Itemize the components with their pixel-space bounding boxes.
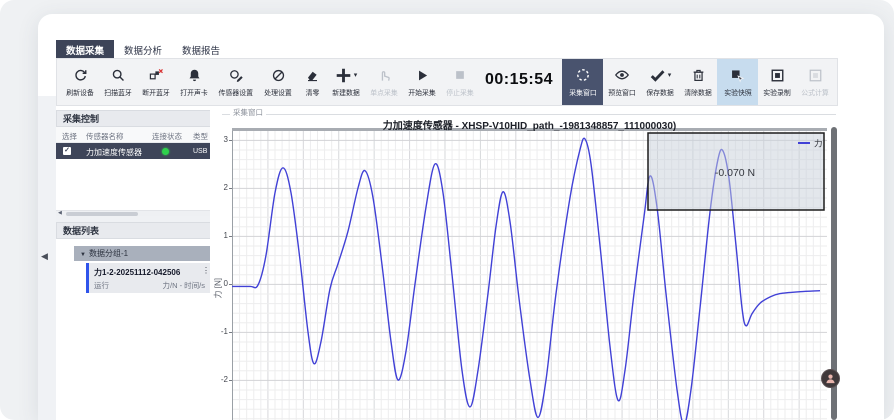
chart-plot-area[interactable]: -0.070 N 力 <box>232 131 827 420</box>
plus-icon <box>335 67 352 84</box>
data-list-header: 数据列表 <box>56 222 228 239</box>
chart-title: 力加速度传感器 - XHSP-V10HID_path_-1981348857_1… <box>232 117 827 132</box>
chart-groupbox-label: 采集窗口 <box>230 107 266 118</box>
bell-icon <box>187 68 202 83</box>
app-window: ◀ 数据采集 数据分析 数据报告 刷新设备扫描蓝牙断开蓝牙打开声卡传感器设置处理… <box>38 14 884 420</box>
y-tick-mark <box>229 284 232 285</box>
screenshot-page: ◀ 数据采集 数据分析 数据报告 刷新设备扫描蓝牙断开蓝牙打开声卡传感器设置处理… <box>0 0 894 420</box>
col-type: 类型 <box>193 131 208 142</box>
waveform-svg: -0.070 N 力 <box>232 131 827 420</box>
dashed-circle-icon <box>575 67 591 83</box>
chevron-down-icon: ▼ <box>80 252 86 258</box>
toolbar-collect-window-button[interactable]: 采集窗口 <box>562 59 603 105</box>
data-list-item[interactable]: 力1-2-20251112-042506 运行 力/N - 时间/s ⋮ <box>86 263 213 293</box>
collect-timer: 00:15:54 <box>485 71 553 89</box>
sensor-type: USB <box>193 148 207 155</box>
y-tick-label: 0 <box>212 279 228 288</box>
y-tick-label: -1 <box>212 327 228 336</box>
chart-panel: 采集窗口 力加速度传感器 - XHSP-V10HID_path_-1981348… <box>210 106 838 420</box>
toolbar-new-data-button[interactable]: ▾新建数据 <box>327 59 365 105</box>
toolbar-exp-record-button[interactable]: 实验录制 <box>758 59 796 105</box>
chevron-down-icon: ▾ <box>354 71 358 79</box>
person-icon <box>825 373 836 384</box>
toolbar-start-collect-button[interactable]: 开始采集 <box>403 59 441 105</box>
toolbar-refresh-device-button[interactable]: 刷新设备 <box>61 59 99 105</box>
sidebar-collapse-icon[interactable]: ◀ <box>41 251 48 262</box>
toolbar-open-soundcard-button[interactable]: 打开声卡 <box>175 59 213 105</box>
sensor-checkbox[interactable]: ✓ <box>63 147 71 155</box>
y-tick-label: 3 <box>212 135 228 144</box>
col-select: 选择 <box>62 131 77 142</box>
toolbar-stop-collect-button[interactable]: 停止采集 <box>441 59 479 105</box>
toolbar-sensor-settings-button[interactable]: 传感器设置 <box>213 59 259 105</box>
eye-icon <box>614 67 630 83</box>
legend-label: 力 <box>814 139 823 149</box>
item-menu-icon[interactable]: ⋮ <box>202 266 210 275</box>
sensor-icon <box>229 68 244 83</box>
sensor-name: 力加速度传感器 <box>86 147 142 158</box>
collect-control-header: 采集控制 <box>56 110 228 127</box>
toolbar-disconnect-bluetooth-button[interactable]: 断开蓝牙 <box>137 59 175 105</box>
y-tick-label: 2 <box>212 183 228 192</box>
y-tick-mark <box>229 140 232 141</box>
toolbar-clear-data-button[interactable]: 清除数据 <box>679 59 717 105</box>
eraser-icon <box>305 68 320 83</box>
col-conn-status: 连接状态 <box>152 131 182 142</box>
col-sensor-name: 传感器名称 <box>86 131 124 142</box>
assistant-avatar-button[interactable] <box>821 369 840 388</box>
toolbar-process-settings-button[interactable]: 处理设置 <box>259 59 297 105</box>
toolbar-exp-snapshot-button[interactable]: 实验快照 <box>717 59 758 105</box>
y-tick-mark <box>229 332 232 333</box>
check-icon <box>649 67 666 84</box>
tab-data-report[interactable]: 数据报告 <box>172 40 230 58</box>
play-icon <box>415 68 430 83</box>
compass-icon <box>271 68 286 83</box>
main-tabs: 数据采集 数据分析 数据报告 <box>56 40 230 58</box>
toolbar-scan-bluetooth-button[interactable]: 扫描蓝牙 <box>99 59 137 105</box>
sensor-row[interactable]: ✓ 力加速度传感器 USB <box>56 143 228 159</box>
item-title: 力1-2-20251112-042506 <box>94 267 180 278</box>
groupbox-border <box>222 114 836 115</box>
record-icon <box>770 68 785 83</box>
trash-icon <box>691 68 706 83</box>
tab-data-analysis[interactable]: 数据分析 <box>114 40 172 58</box>
item-status: 运行 <box>94 280 109 291</box>
stop-icon <box>453 68 467 82</box>
toolbar: 刷新设备扫描蓝牙断开蓝牙打开声卡传感器设置处理设置清零▾新建数据单点采集开始采集… <box>56 58 838 106</box>
toolbar-save-data-button[interactable]: ▾保存数据 <box>641 59 679 105</box>
toolbar-formula-calc-button[interactable]: 公式计算 <box>796 59 834 105</box>
y-tick-mark <box>229 188 232 189</box>
toolbar-single-point-button[interactable]: 单点采集 <box>365 59 403 105</box>
refresh-icon <box>73 68 88 83</box>
snapshot-icon <box>730 68 745 83</box>
sidebar: 采集控制 选择 传感器名称 连接状态 类型 ✓ 力加速度传感器 USB ◀ ▶ … <box>56 110 228 420</box>
bt-disconnect-icon <box>149 68 164 83</box>
y-tick-label: -2 <box>212 375 228 384</box>
y-tick-mark <box>229 236 232 237</box>
y-tick-mark <box>229 380 232 381</box>
tab-data-collect[interactable]: 数据采集 <box>56 40 114 58</box>
chevron-down-icon: ▾ <box>668 71 672 79</box>
annotation-value: -0.070 N <box>715 167 755 179</box>
item-accent-bar <box>86 263 89 293</box>
y-tick-label: 1 <box>212 231 228 240</box>
hand-icon <box>377 68 392 83</box>
search-icon <box>111 68 126 83</box>
item-axes: 力/N - 时间/s <box>163 280 206 291</box>
sensor-table-header: 选择 传感器名称 连接状态 类型 <box>56 127 228 143</box>
data-group-bar[interactable]: ▼数据分组-1 <box>74 246 213 261</box>
toolbar-zero-button[interactable]: 清零 <box>297 59 327 105</box>
status-dot <box>162 148 169 155</box>
toolbar-preview-window-button[interactable]: 预览窗口 <box>603 59 641 105</box>
formula-icon <box>808 68 823 83</box>
